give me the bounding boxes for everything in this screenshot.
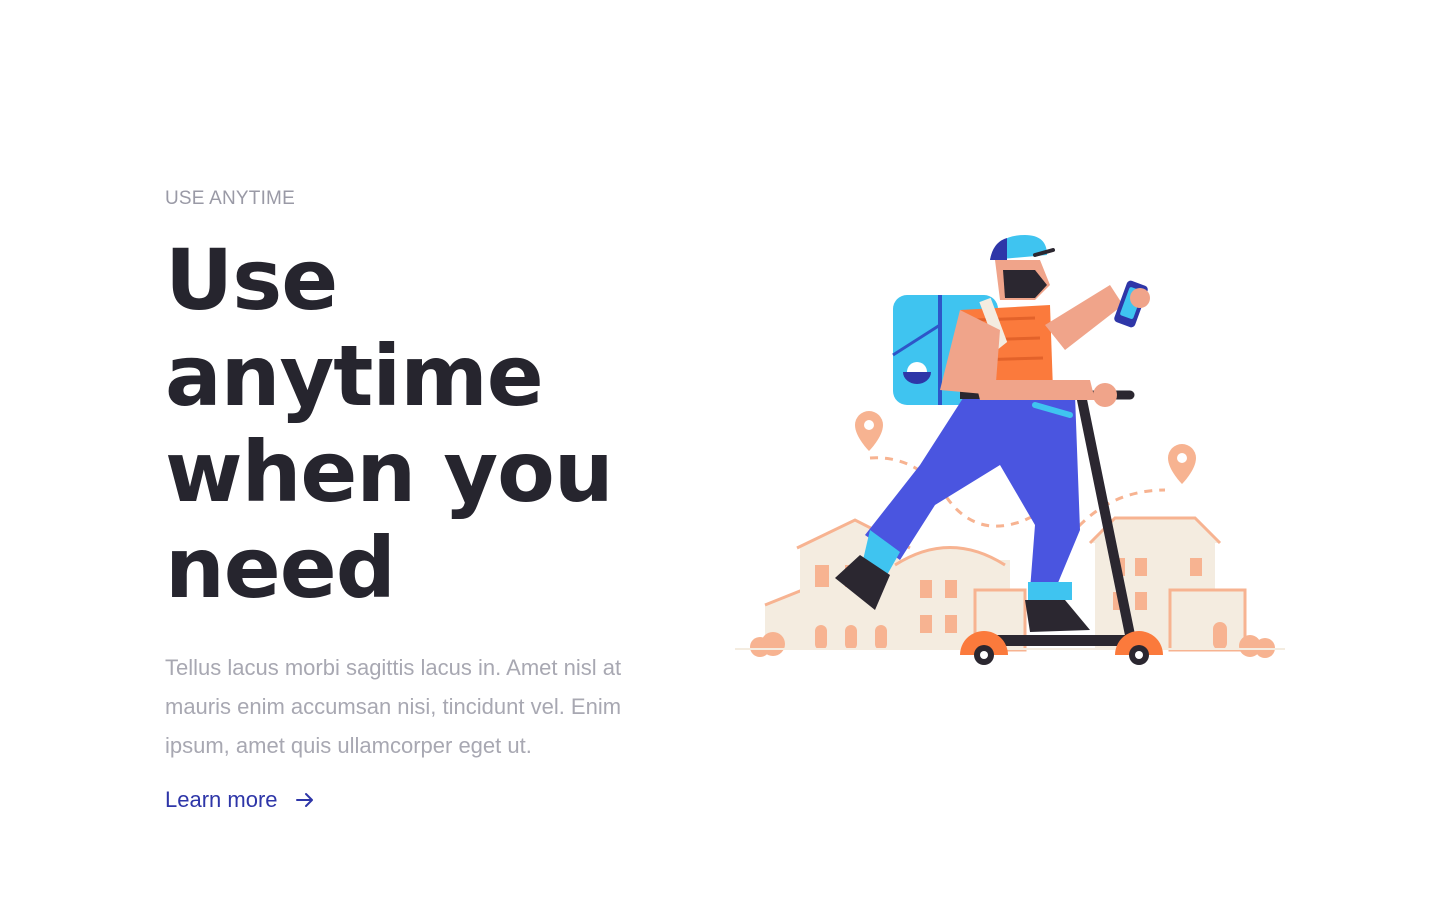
headline: Use anytime when you need: [165, 231, 614, 617]
arrow-right-icon: [294, 789, 316, 811]
feature-section: USE ANYTIME Use anytime when you need Te…: [0, 0, 1440, 900]
learn-more-link[interactable]: Learn more: [165, 787, 316, 813]
map-pin-left-icon: [855, 411, 883, 451]
text-column: USE ANYTIME Use anytime when you need Te…: [165, 184, 725, 813]
body-paragraph: Tellus lacus morbi sagittis lacus in. Am…: [165, 655, 622, 758]
map-pin-right-icon: [1168, 444, 1196, 484]
eyebrow-label: USE ANYTIME: [165, 188, 295, 209]
courier-illustration: [735, 230, 1285, 670]
learn-more-label: Learn more: [165, 787, 278, 812]
courier-head: [990, 235, 1055, 300]
